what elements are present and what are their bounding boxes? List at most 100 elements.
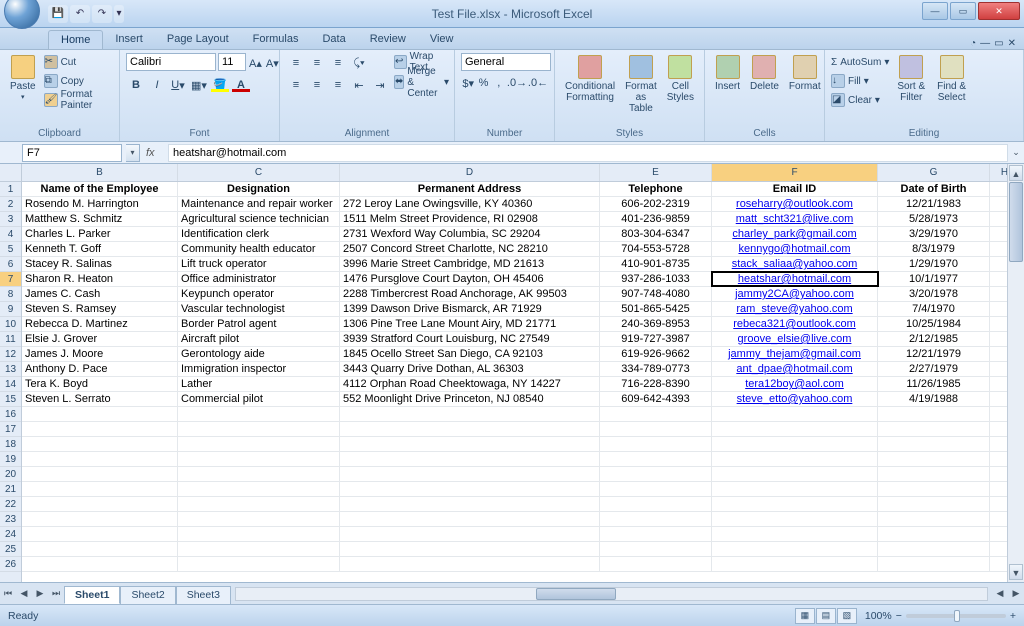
cell-C1[interactable]: Designation (178, 182, 340, 196)
ribbon-close-icon[interactable]: ✕ (1008, 38, 1016, 49)
cell-B21[interactable] (22, 482, 178, 496)
cell-H5[interactable] (990, 242, 1007, 256)
cell-D20[interactable] (340, 467, 600, 481)
autosum-button[interactable]: Σ AutoSum▾ (831, 53, 889, 71)
cell-E7[interactable]: 937-286-1033 (600, 272, 712, 286)
close-button[interactable]: ✕ (978, 2, 1020, 20)
cell-G23[interactable] (878, 512, 990, 526)
cell-D25[interactable] (340, 542, 600, 556)
cell-F18[interactable] (712, 437, 878, 451)
merge-center-button[interactable]: ⬌Merge & Center▾ (394, 73, 449, 91)
cell-D26[interactable] (340, 557, 600, 571)
font-size-select[interactable] (218, 53, 246, 71)
cell-F17[interactable] (712, 422, 878, 436)
cell-E22[interactable] (600, 497, 712, 511)
percent-format-button[interactable]: % (476, 73, 490, 93)
cell-F1[interactable]: Email ID (712, 182, 878, 196)
sheet-tab-sheet3[interactable]: Sheet3 (176, 586, 231, 604)
row-header-16[interactable]: 16 (0, 407, 21, 422)
ribbon-restore-icon[interactable]: ▭ (994, 38, 1003, 49)
cell-B20[interactable] (22, 467, 178, 481)
cell-B25[interactable] (22, 542, 178, 556)
zoom-slider[interactable] (906, 614, 1006, 618)
cell-H9[interactable] (990, 302, 1007, 316)
cell-C14[interactable]: Lather (178, 377, 340, 391)
row-header-11[interactable]: 11 (0, 332, 21, 347)
cell-E3[interactable]: 401-236-9859 (600, 212, 712, 226)
cell-B5[interactable]: Kenneth T. Goff (22, 242, 178, 256)
row-header-19[interactable]: 19 (0, 452, 21, 467)
align-right-button[interactable]: ≡ (328, 75, 348, 95)
align-center-button[interactable]: ≡ (307, 75, 327, 95)
cell-H7[interactable] (990, 272, 1007, 286)
cell-D2[interactable]: 272 Leroy Lane Owingsville, KY 40360 (340, 197, 600, 211)
cell-F12[interactable]: jammy_thejam@gmail.com (712, 347, 878, 361)
bold-button[interactable]: B (126, 75, 146, 95)
cell-H18[interactable] (990, 437, 1007, 451)
row-header-13[interactable]: 13 (0, 362, 21, 377)
cell-H21[interactable] (990, 482, 1007, 496)
row-header-6[interactable]: 6 (0, 257, 21, 272)
cell-G6[interactable]: 1/29/1970 (878, 257, 990, 271)
cell-C4[interactable]: Identification clerk (178, 227, 340, 241)
row-header-10[interactable]: 10 (0, 317, 21, 332)
cell-D21[interactable] (340, 482, 600, 496)
cell-C21[interactable] (178, 482, 340, 496)
cell-E16[interactable] (600, 407, 712, 421)
formula-input[interactable]: heatshar@hotmail.com (168, 144, 1008, 162)
cell-D10[interactable]: 1306 Pine Tree Lane Mount Airy, MD 21771 (340, 317, 600, 331)
column-header-F[interactable]: F (712, 164, 878, 181)
cell-B14[interactable]: Tera K. Boyd (22, 377, 178, 391)
zoom-out-button[interactable]: − (896, 610, 902, 622)
cell-E24[interactable] (600, 527, 712, 541)
cell-B1[interactable]: Name of the Employee (22, 182, 178, 196)
cell-styles-button[interactable]: Cell Styles (663, 53, 698, 127)
cell-F14[interactable]: tera12boy@aol.com (712, 377, 878, 391)
increase-indent-button[interactable]: ⇥ (370, 75, 390, 95)
row-header-15[interactable]: 15 (0, 392, 21, 407)
row-header-18[interactable]: 18 (0, 437, 21, 452)
format-as-table-button[interactable]: Format as Table (621, 53, 661, 127)
cell-F8[interactable]: jammy2CA@yahoo.com (712, 287, 878, 301)
cell-F15[interactable]: steve_etto@yahoo.com (712, 392, 878, 406)
cell-D24[interactable] (340, 527, 600, 541)
cell-F24[interactable] (712, 527, 878, 541)
column-header-H[interactable]: H (990, 164, 1007, 181)
cell-B23[interactable] (22, 512, 178, 526)
scroll-down-icon[interactable]: ▼ (1009, 564, 1023, 580)
cell-C13[interactable]: Immigration inspector (178, 362, 340, 376)
name-box-dropdown[interactable]: ▾ (126, 144, 140, 162)
clear-button[interactable]: ◪Clear▾ (831, 91, 889, 109)
column-header-D[interactable]: D (340, 164, 600, 181)
cell-G11[interactable]: 2/12/1985 (878, 332, 990, 346)
qat-save-icon[interactable]: 💾 (48, 5, 68, 23)
cell-E15[interactable]: 609-642-4393 (600, 392, 712, 406)
row-header-25[interactable]: 25 (0, 542, 21, 557)
row-header-22[interactable]: 22 (0, 497, 21, 512)
orientation-button[interactable]: ⤹▾ (349, 53, 369, 73)
minimize-button[interactable]: — (922, 2, 948, 20)
ribbon-minimize-icon[interactable]: — (980, 38, 990, 49)
cell-E23[interactable] (600, 512, 712, 526)
tab-nav-prev-icon[interactable]: ◀ (16, 586, 32, 602)
cell-D3[interactable]: 1511 Melm Street Providence, RI 02908 (340, 212, 600, 226)
cell-D1[interactable]: Permanent Address (340, 182, 600, 196)
cell-C12[interactable]: Gerontology aide (178, 347, 340, 361)
cell-E18[interactable] (600, 437, 712, 451)
cell-H15[interactable] (990, 392, 1007, 406)
hscroll-thumb[interactable] (536, 588, 616, 600)
cell-E2[interactable]: 606-202-2319 (600, 197, 712, 211)
cell-H24[interactable] (990, 527, 1007, 541)
cell-F2[interactable]: roseharry@outlook.com (712, 197, 878, 211)
column-header-E[interactable]: E (600, 164, 712, 181)
cell-G3[interactable]: 5/28/1973 (878, 212, 990, 226)
row-header-12[interactable]: 12 (0, 347, 21, 362)
cell-C26[interactable] (178, 557, 340, 571)
copy-button[interactable]: ⧉Copy (44, 72, 113, 90)
cell-G25[interactable] (878, 542, 990, 556)
cell-G16[interactable] (878, 407, 990, 421)
cell-B4[interactable]: Charles L. Parker (22, 227, 178, 241)
cell-C17[interactable] (178, 422, 340, 436)
format-cells-button[interactable]: Format (785, 53, 825, 127)
cell-E1[interactable]: Telephone (600, 182, 712, 196)
